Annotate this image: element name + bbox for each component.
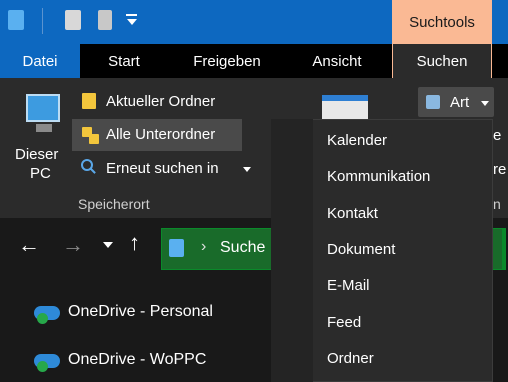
breadcrumb-separator-icon: › — [201, 238, 207, 255]
tab-suchen[interactable]: Suchen — [392, 44, 492, 78]
ribbon-partial-text-2: re — [493, 161, 507, 178]
alle-unterordner-button[interactable]: Alle Unterordner — [106, 126, 215, 143]
divider — [42, 8, 43, 34]
sync-ok-icon — [37, 361, 48, 372]
properties-icon[interactable] — [65, 10, 81, 30]
group-label-speicherort: Speicherort — [78, 196, 150, 212]
sync-ok-icon — [37, 313, 48, 324]
ribbon-partial-text-1: e — [493, 127, 502, 144]
search-location-icon — [169, 239, 184, 257]
menu-item-ordner[interactable]: Ordner — [314, 340, 492, 376]
tree-item-onedrive-woppc[interactable]: OneDrive - WoPPC — [68, 351, 206, 369]
tree-item-onedrive-personal[interactable]: OneDrive - Personal — [68, 303, 213, 321]
menu-icon-gutter — [271, 119, 313, 382]
dieser-pc-label-1[interactable]: Dieser — [15, 146, 58, 163]
context-tab-suchtools: Suchtools — [392, 0, 492, 44]
chevron-down-icon — [127, 19, 137, 25]
menu-item-e-mail[interactable]: E-Mail — [314, 267, 492, 303]
folder-icon — [82, 93, 96, 109]
dieser-pc-label-2[interactable]: PC — [30, 165, 51, 182]
calendar-icon[interactable] — [322, 95, 368, 119]
chevron-down-icon — [243, 167, 251, 172]
tab-datei[interactable]: Datei — [0, 44, 80, 78]
tab-start[interactable]: Start — [84, 44, 164, 78]
menu-item-kommunikation[interactable]: Kommunikation — [314, 158, 492, 194]
ribbon-tab-bar: Datei Start Freigeben Ansicht Suchen — [0, 44, 508, 78]
back-arrow-icon[interactable]: ← — [18, 232, 40, 258]
computer-stand — [36, 124, 52, 132]
recent-locations-chevron-icon[interactable] — [103, 242, 113, 248]
aktueller-ordner-button[interactable]: Aktueller Ordner — [106, 93, 215, 110]
chevron-down-icon — [481, 101, 489, 106]
menu-item-kalender[interactable]: Kalender — [314, 122, 492, 158]
erneut-suchen-button[interactable]: Erneut suchen in — [106, 160, 219, 177]
forward-arrow-icon[interactable]: → — [62, 232, 84, 258]
new-folder-icon[interactable] — [98, 10, 112, 30]
customize-qat-icon[interactable] — [126, 14, 137, 16]
explorer-icon[interactable] — [8, 10, 24, 30]
kind-icon — [426, 95, 440, 109]
up-arrow-icon[interactable]: ↑ — [129, 230, 140, 256]
ribbon-partial-text-3: n — [493, 196, 501, 212]
computer-icon — [26, 94, 60, 122]
menu-item-feed[interactable]: Feed — [314, 304, 492, 340]
address-breadcrumb[interactable]: Suche — [220, 239, 265, 257]
menu-item-dokument[interactable]: Dokument — [314, 231, 492, 267]
menu-item-kontakt[interactable]: Kontakt — [314, 195, 492, 231]
subfolders-icon-2 — [89, 134, 99, 144]
tab-ansicht[interactable]: Ansicht — [290, 44, 384, 78]
art-button-label: Art — [450, 94, 470, 111]
tab-freigeben[interactable]: Freigeben — [172, 44, 282, 78]
